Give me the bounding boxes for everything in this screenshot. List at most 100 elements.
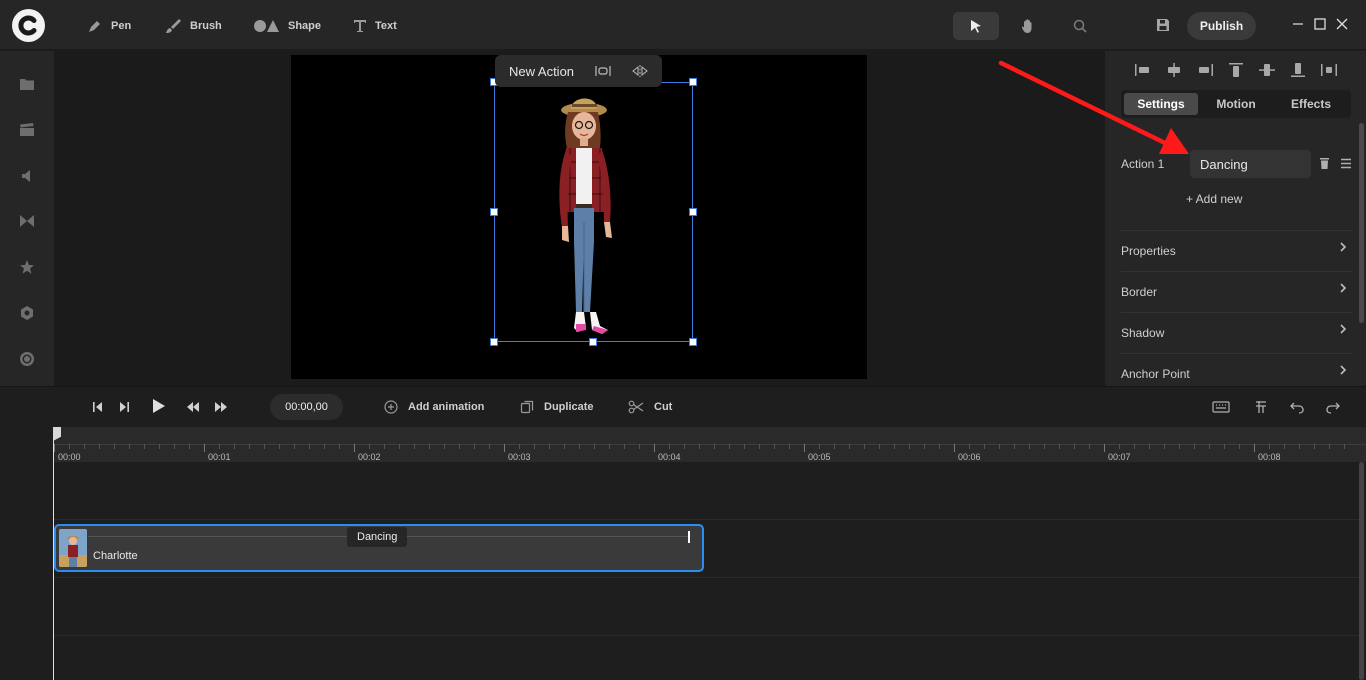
add-animation-button[interactable]: Add animation [384, 398, 484, 416]
ruler-label: 00:07 [1108, 452, 1131, 462]
fast-forward-icon[interactable] [214, 400, 228, 414]
ruler-tick [1149, 444, 1150, 449]
ruler-tick [174, 444, 175, 449]
shape-tool[interactable]: Shape [254, 16, 321, 36]
split-icon[interactable] [1254, 400, 1268, 414]
pen-tool[interactable]: Pen [87, 16, 131, 36]
transition-icon[interactable] [18, 212, 36, 230]
ruler-tick [1299, 444, 1300, 449]
ruler-tick [504, 444, 505, 452]
menu-icon[interactable] [1340, 158, 1352, 169]
ruler-tick [564, 444, 565, 449]
duplicate-icon [520, 400, 534, 414]
panel-scrollbar[interactable] [1359, 123, 1364, 323]
ruler-label: 00:06 [958, 452, 981, 462]
align-bottom-icon[interactable] [1289, 62, 1307, 78]
play-icon[interactable] [152, 399, 166, 413]
keyboard-icon[interactable] [1212, 401, 1230, 413]
chevron-right-icon[interactable] [1338, 324, 1348, 334]
redo-icon[interactable] [1326, 400, 1340, 414]
folder-icon[interactable] [18, 75, 36, 93]
duplicate-button[interactable]: Duplicate [520, 398, 594, 416]
hexagon-icon[interactable] [18, 304, 36, 322]
zoom-tool-button[interactable] [1057, 12, 1103, 40]
clapper-icon[interactable] [18, 121, 36, 139]
align-center-vertical-icon[interactable] [1258, 62, 1276, 78]
ruler-tick [1074, 444, 1075, 449]
ruler-tick [189, 444, 190, 449]
divider [1121, 312, 1353, 313]
star-icon[interactable] [18, 258, 36, 276]
tab-effects[interactable]: Effects [1274, 93, 1348, 115]
new-action-button[interactable]: New Action [509, 64, 574, 79]
action-name-field[interactable]: Dancing [1190, 150, 1311, 178]
chevron-right-icon[interactable] [1338, 283, 1348, 293]
publish-button[interactable]: Publish [1187, 12, 1256, 40]
playhead[interactable] [53, 427, 54, 680]
ruler-tick [309, 444, 310, 449]
resize-handle-bottom-middle[interactable] [589, 338, 597, 346]
ruler-tick [1014, 444, 1015, 449]
select-tool-button[interactable] [953, 12, 999, 40]
clip-action-tag[interactable]: Dancing [347, 527, 408, 547]
timeline-scrollbar[interactable] [1359, 462, 1364, 680]
add-new-action-button[interactable]: + Add new [1186, 192, 1242, 206]
flip-horizontal-icon[interactable] [632, 64, 648, 78]
resize-handle-middle-left[interactable] [490, 208, 498, 216]
speaker-icon[interactable] [18, 167, 36, 185]
ruler-tick [1179, 444, 1180, 449]
resize-handle-bottom-right[interactable] [689, 338, 697, 346]
brush-tool[interactable]: Brush [164, 16, 222, 36]
add-animation-label: Add animation [408, 401, 485, 413]
pen-icon [89, 21, 100, 32]
resize-handle-bottom-left[interactable] [490, 338, 498, 346]
minimize-icon[interactable] [1292, 18, 1304, 30]
ruler-tick [684, 444, 685, 449]
tab-motion[interactable]: Motion [1199, 93, 1273, 115]
ruler-tick [1209, 444, 1210, 449]
ruler-tick [1029, 444, 1030, 449]
track-divider [54, 635, 1359, 636]
text-tool[interactable]: Text [353, 16, 397, 36]
top-toolbar: Pen Brush Shape Text Publish [0, 0, 1366, 50]
hand-tool-button[interactable] [1005, 12, 1051, 40]
ruler-tick [1164, 444, 1165, 449]
close-icon[interactable] [1336, 18, 1348, 30]
align-right-icon[interactable] [1196, 62, 1214, 78]
selection-box[interactable] [494, 82, 693, 342]
skip-to-end-icon[interactable] [118, 400, 130, 414]
section-anchor-point[interactable]: Anchor Point [1121, 367, 1190, 381]
cut-button[interactable]: Cut [628, 398, 672, 416]
ruler-tick [204, 444, 205, 452]
chevron-right-icon[interactable] [1338, 242, 1348, 252]
chevron-right-icon[interactable] [1338, 365, 1348, 375]
app-logo[interactable] [12, 9, 45, 42]
record-icon[interactable] [18, 350, 36, 368]
ruler-tick [774, 444, 775, 449]
resize-handle-top-right[interactable] [689, 78, 697, 86]
ruler-tick [594, 444, 595, 449]
ruler-tick [669, 444, 670, 449]
left-sidebar [0, 51, 54, 386]
clip-end-marker[interactable] [688, 531, 690, 543]
delete-icon[interactable] [1319, 157, 1330, 170]
distribute-horizontal-icon[interactable] [1320, 62, 1338, 78]
current-time-display[interactable]: 00:00,00 [270, 394, 343, 420]
rewind-icon[interactable] [186, 400, 200, 414]
section-properties[interactable]: Properties [1121, 244, 1176, 258]
fit-width-icon[interactable] [595, 64, 611, 78]
align-top-icon[interactable] [1227, 62, 1245, 78]
resize-handle-middle-right[interactable] [689, 208, 697, 216]
maximize-icon[interactable] [1314, 18, 1326, 30]
ruler-tick [1284, 444, 1285, 449]
duplicate-label: Duplicate [544, 401, 594, 413]
section-shadow[interactable]: Shadow [1121, 326, 1164, 340]
skip-to-start-icon[interactable] [92, 400, 104, 414]
undo-icon[interactable] [1290, 400, 1304, 414]
ruler-tick [144, 444, 145, 449]
ruler-tick [654, 444, 655, 452]
ruler-tick [624, 444, 625, 449]
save-icon[interactable] [1156, 18, 1170, 32]
search-icon [1073, 19, 1087, 33]
section-border[interactable]: Border [1121, 285, 1157, 299]
